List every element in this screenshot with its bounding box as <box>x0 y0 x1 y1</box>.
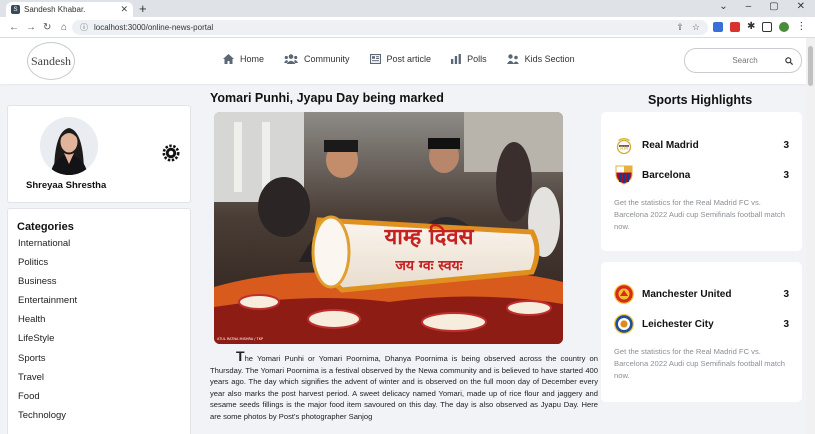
team-row: RM Real Madrid 3 <box>614 130 789 160</box>
site-favicon-icon: S <box>11 5 20 14</box>
image-text-line2: जय ग्वः स्वयः <box>395 258 464 274</box>
nav-label: Home <box>240 54 265 64</box>
bar-chart-icon <box>451 54 461 64</box>
category-item[interactable]: Health <box>17 314 190 333</box>
barcelona-logo-icon <box>614 165 634 185</box>
info-icon[interactable]: ⓘ <box>80 22 88 33</box>
browser-tab[interactable]: S Sandesh Khabar. ✕ <box>6 2 133 17</box>
image-credit: ATUL RATNA MISHRA / TKP <box>217 337 263 341</box>
team-name: Manchester United <box>642 288 732 300</box>
tab-title: Sandesh Khabar. <box>24 5 86 14</box>
team-score: 3 <box>783 169 789 181</box>
match-card[interactable]: RM Real Madrid 3 Barcelona 3 Get the sta… <box>601 112 802 251</box>
profile-card: Shreyaa Shrestha <box>7 105 191 203</box>
kids-icon <box>506 54 519 64</box>
nav-kids-section[interactable]: Kids Section <box>506 54 575 64</box>
article-body: The Yomari Punhi or Yomari Poornima, Dha… <box>210 348 598 423</box>
bookmark-star-icon[interactable]: ☆ <box>692 22 700 33</box>
team-score: 3 <box>783 318 789 330</box>
home-browser-icon[interactable]: ⌂ <box>60 22 68 33</box>
close-window-icon[interactable]: ✕ <box>797 1 805 12</box>
match-description[interactable]: Get the statistics for the Real Madrid F… <box>614 346 789 382</box>
manchester-united-logo-icon <box>614 284 634 304</box>
extensions-bar: ✱ ⋮ <box>713 21 806 32</box>
team-name: Leichester City <box>642 318 714 330</box>
reload-icon[interactable]: ↻ <box>43 22 51 33</box>
nav-label: Polls <box>467 54 487 64</box>
svg-text:RM: RM <box>620 146 628 152</box>
category-item[interactable]: Entertainment <box>17 295 190 314</box>
extension-icon[interactable] <box>713 21 723 32</box>
team-score: 3 <box>783 288 789 300</box>
leicester-city-logo-icon <box>614 314 634 334</box>
category-item[interactable]: International <box>17 238 190 257</box>
nav-polls[interactable]: Polls <box>451 54 487 64</box>
profile-avatar-icon[interactable] <box>779 21 790 32</box>
article-dropcap: T <box>236 348 245 364</box>
nav-label: Community <box>304 54 350 64</box>
window-controls: ⌄ – ▢ ✕ <box>719 1 805 12</box>
close-tab-icon[interactable]: ✕ <box>120 4 128 15</box>
extension-icon[interactable] <box>730 21 740 32</box>
avatar[interactable] <box>40 117 98 175</box>
team-name: Barcelona <box>642 169 691 181</box>
address-bar[interactable]: ⓘ localhost:3000/online-news-portal ⇪ ☆ <box>72 20 708 35</box>
maximize-icon[interactable]: ▢ <box>769 1 778 12</box>
team-score: 3 <box>783 139 789 151</box>
search-box[interactable] <box>684 48 802 73</box>
sidepanel-icon[interactable] <box>762 21 773 32</box>
more-menu-icon[interactable]: ⋮ <box>796 21 806 32</box>
category-item[interactable]: LifeStyle <box>17 333 190 352</box>
article-title[interactable]: Yomari Punhi, Jyapu Day being marked <box>210 91 444 105</box>
nav-label: Post article <box>386 54 432 64</box>
search-input[interactable] <box>715 56 775 65</box>
category-item[interactable]: Food <box>17 391 190 410</box>
back-icon[interactable]: ← <box>9 22 19 33</box>
sports-highlights-title: Sports Highlights <box>648 93 753 107</box>
category-item[interactable]: Sports <box>17 353 190 372</box>
image-text-line1: याम्ह दिवस <box>384 223 475 250</box>
category-item[interactable]: Business <box>17 276 190 295</box>
share-icon[interactable]: ⇪ <box>676 22 684 33</box>
article-text: he Yomari Punhi or Yomari Poornima, Dhan… <box>210 354 598 421</box>
site-logo[interactable]: Sandesh <box>27 42 75 80</box>
nav-community[interactable]: Community <box>284 54 350 64</box>
home-icon <box>223 54 234 64</box>
puzzle-icon[interactable]: ✱ <box>747 21 755 32</box>
forward-icon[interactable]: → <box>26 22 36 33</box>
nav-post-article[interactable]: Post article <box>369 54 432 64</box>
scroll-thumb[interactable] <box>808 46 813 86</box>
browser-tabstrip: S Sandesh Khabar. ✕ + ⌄ – ▢ ✕ <box>0 0 815 17</box>
category-item[interactable]: Technology <box>17 410 190 429</box>
category-item[interactable]: Travel <box>17 372 190 391</box>
match-card[interactable]: Manchester United 3 Leichester City 3 Ge… <box>601 262 802 402</box>
article-image[interactable]: याम्ह दिवस जय ग्वः स्वयः ATUL RATNA MISH… <box>214 112 563 344</box>
browser-toolbar: ← → ↻ ⌂ ⓘ localhost:3000/online-news-por… <box>0 17 815 38</box>
category-item[interactable]: Politics <box>17 257 190 276</box>
search-icon[interactable] <box>785 56 793 65</box>
scrollbar[interactable] <box>806 38 815 434</box>
url-text: localhost:3000/online-news-portal <box>94 23 214 32</box>
new-tab-icon[interactable]: + <box>139 1 147 16</box>
categories-card: Categories International Politics Busine… <box>7 208 191 434</box>
gear-icon[interactable] <box>162 144 180 162</box>
site-header: Sandesh Home Community Post article Poll… <box>0 38 815 84</box>
profile-name: Shreyaa Shrestha <box>26 180 107 191</box>
team-name: Real Madrid <box>642 139 699 151</box>
main-nav: Home Community Post article Polls Kids S… <box>223 54 595 64</box>
minimize-icon[interactable]: – <box>746 1 752 12</box>
nav-home[interactable]: Home <box>223 54 264 64</box>
newspaper-icon <box>369 54 381 64</box>
users-icon <box>284 54 299 64</box>
chevron-down-icon[interactable]: ⌄ <box>719 1 727 12</box>
team-row: Manchester United 3 <box>614 279 789 309</box>
team-row: Leichester City 3 <box>614 309 789 339</box>
categories-title: Categories <box>17 221 74 233</box>
match-description[interactable]: Get the statistics for the Real Madrid F… <box>614 197 789 233</box>
team-row: Barcelona 3 <box>614 160 789 190</box>
real-madrid-logo-icon: RM <box>614 135 634 155</box>
nav-label: Kids Section <box>524 54 575 64</box>
